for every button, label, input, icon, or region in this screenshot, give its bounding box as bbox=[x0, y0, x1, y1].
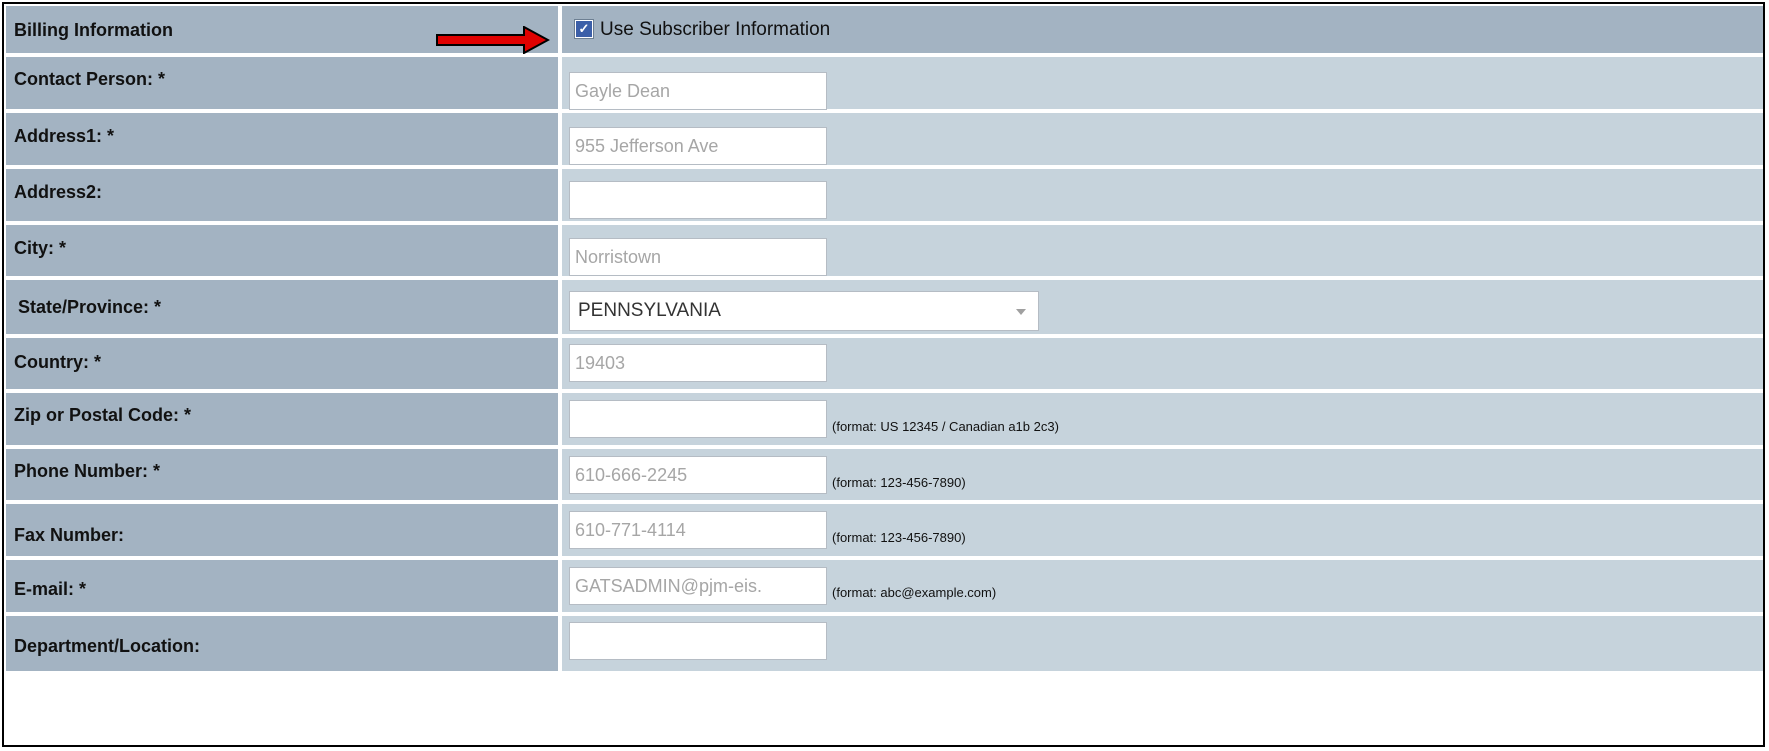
fax-row: Fax Number: 610-771-4114 (format: 123-45… bbox=[6, 504, 1763, 556]
department-label-cell: Department/Location: bbox=[6, 616, 558, 671]
country-label: Country: * bbox=[14, 352, 101, 372]
address1-value-cell: 955 Jefferson Ave bbox=[562, 113, 1763, 165]
phone-label: Phone Number: * bbox=[14, 461, 161, 481]
department-input[interactable] bbox=[569, 622, 827, 660]
email-label-cell: E-mail: * bbox=[6, 560, 558, 612]
address2-value-cell bbox=[562, 169, 1763, 221]
fax-format-hint: (format: 123-456-7890) bbox=[832, 530, 966, 545]
state-select-value: PENNSYLVANIA bbox=[578, 300, 721, 321]
address1-row: Address1: * 955 Jefferson Ave bbox=[6, 113, 1763, 165]
fax-input[interactable]: 610-771-4114 bbox=[569, 511, 827, 549]
country-label-cell: Country: * bbox=[6, 338, 558, 389]
state-label-cell: State/Province: * bbox=[6, 280, 558, 334]
fax-label: Fax Number: bbox=[14, 525, 125, 545]
contact-person-input[interactable]: Gayle Dean bbox=[569, 72, 827, 110]
address1-label: Address1: * bbox=[14, 126, 115, 146]
country-value-cell: 19403 bbox=[562, 338, 1763, 389]
phone-row: Phone Number: * 610-666-2245 (format: 12… bbox=[6, 449, 1763, 500]
chevron-down-icon bbox=[1016, 309, 1026, 315]
city-label: City: * bbox=[14, 238, 67, 258]
zip-label-cell: Zip or Postal Code: * bbox=[6, 393, 558, 445]
address2-label: Address2: bbox=[14, 182, 103, 202]
fax-label-cell: Fax Number: bbox=[6, 504, 558, 556]
country-input[interactable]: 19403 bbox=[569, 344, 827, 382]
email-input[interactable]: GATSADMIN@pjm-eis. bbox=[569, 567, 827, 605]
address1-input[interactable]: 955 Jefferson Ave bbox=[569, 127, 827, 165]
zip-row: Zip or Postal Code: * (format: US 12345 … bbox=[6, 393, 1763, 445]
email-row: E-mail: * GATSADMIN@pjm-eis. (format: ab… bbox=[6, 560, 1763, 612]
address2-row: Address2: bbox=[6, 169, 1763, 221]
billing-information-heading: Billing Information bbox=[14, 20, 173, 40]
zip-label: Zip or Postal Code: * bbox=[14, 405, 192, 425]
state-row: State/Province: * PENNSYLVANIA bbox=[6, 280, 1763, 334]
department-label: Department/Location: bbox=[14, 636, 201, 656]
email-label: E-mail: * bbox=[14, 579, 87, 599]
country-row: Country: * 19403 bbox=[6, 338, 1763, 389]
zip-format-hint: (format: US 12345 / Canadian a1b 2c3) bbox=[832, 419, 1059, 434]
state-select[interactable]: PENNSYLVANIA bbox=[569, 291, 1039, 331]
city-input[interactable]: Norristown bbox=[569, 238, 827, 276]
fax-value-cell: 610-771-4114 (format: 123-456-7890) bbox=[562, 504, 1763, 556]
state-label: State/Province: * bbox=[18, 297, 162, 317]
billing-form: Billing Information ✓ Use Subscriber Inf… bbox=[2, 2, 1765, 747]
phone-value-cell: 610-666-2245 (format: 123-456-7890) bbox=[562, 449, 1763, 500]
address2-input[interactable] bbox=[569, 181, 827, 219]
department-row: Department/Location: bbox=[6, 616, 1763, 671]
billing-header-row: Billing Information ✓ Use Subscriber Inf… bbox=[6, 6, 1763, 54]
use-subscriber-label[interactable]: Use Subscriber Information bbox=[600, 19, 830, 41]
zip-input[interactable] bbox=[569, 400, 827, 438]
phone-label-cell: Phone Number: * bbox=[6, 449, 558, 500]
contact-person-label: Contact Person: * bbox=[14, 69, 166, 89]
address2-label-cell: Address2: bbox=[6, 169, 558, 221]
email-format-hint: (format: abc@example.com) bbox=[832, 585, 997, 600]
phone-format-hint: (format: 123-456-7890) bbox=[832, 475, 966, 490]
zip-value-cell: (format: US 12345 / Canadian a1b 2c3) bbox=[562, 393, 1763, 445]
email-value-cell: GATSADMIN@pjm-eis. (format: abc@example.… bbox=[562, 560, 1763, 612]
phone-input[interactable]: 610-666-2245 bbox=[569, 456, 827, 494]
use-subscriber-checkbox[interactable]: ✓ bbox=[574, 19, 594, 39]
contact-person-value-cell: Gayle Dean bbox=[562, 57, 1763, 110]
billing-header-label-cell: Billing Information bbox=[6, 6, 558, 54]
address1-label-cell: Address1: * bbox=[6, 113, 558, 165]
contact-person-row: Contact Person: * Gayle Dean bbox=[6, 57, 1763, 110]
checkbox-checked-icon: ✓ bbox=[576, 21, 592, 37]
department-value-cell bbox=[562, 616, 1763, 671]
billing-header-value-cell: ✓ Use Subscriber Information bbox=[562, 6, 1763, 53]
state-value-cell: PENNSYLVANIA bbox=[562, 280, 1763, 334]
city-row: City: * Norristown bbox=[6, 225, 1763, 276]
contact-person-label-cell: Contact Person: * bbox=[6, 57, 558, 109]
city-label-cell: City: * bbox=[6, 225, 558, 276]
right-arrow-icon bbox=[436, 26, 550, 54]
city-value-cell: Norristown bbox=[562, 225, 1763, 276]
